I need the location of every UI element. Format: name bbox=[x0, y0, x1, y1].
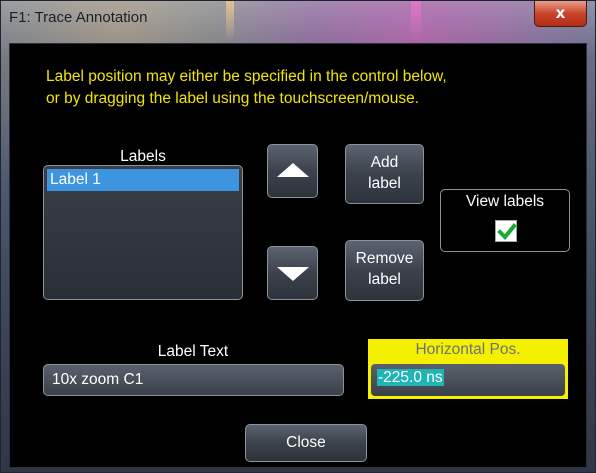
dialog-window: F1: Trace Annotation x Label position ma… bbox=[0, 0, 596, 473]
label-text-input[interactable]: 10x zoom C1 bbox=[43, 364, 344, 396]
horizontal-pos-field[interactable]: -225.0 ns bbox=[368, 361, 568, 399]
info-line-1: Label position may either be specified i… bbox=[46, 68, 447, 85]
add-label-line-2: label bbox=[368, 175, 401, 192]
arrow-up-icon bbox=[276, 163, 309, 177]
list-item[interactable]: Label 1 bbox=[47, 169, 239, 191]
label-text-heading: Label Text bbox=[157, 343, 229, 360]
frame-glow-right bbox=[411, 1, 421, 41]
window-close-button[interactable]: x bbox=[534, 1, 587, 27]
info-text: Label position may either be specified i… bbox=[46, 66, 566, 110]
frame-glow-left bbox=[226, 1, 234, 41]
labels-heading: Labels bbox=[120, 148, 166, 165]
add-label-button[interactable]: Add label bbox=[345, 144, 424, 204]
remove-label-line-1: Remove bbox=[355, 250, 414, 267]
move-up-button[interactable] bbox=[267, 144, 318, 198]
close-button[interactable]: Close bbox=[245, 424, 367, 462]
move-down-button[interactable] bbox=[267, 246, 318, 300]
add-label-line-1: Add bbox=[370, 154, 399, 171]
horizontal-pos-input[interactable]: -225.0 ns bbox=[371, 364, 565, 396]
horizontal-pos-heading: Horizontal Pos. bbox=[368, 339, 568, 361]
checkmark-icon bbox=[497, 223, 517, 240]
view-labels-group: View labels bbox=[440, 189, 570, 252]
info-line-2: or by dragging the label using the touch… bbox=[46, 90, 420, 107]
labels-listbox[interactable]: Label 1 bbox=[43, 165, 243, 300]
window-title: F1: Trace Annotation bbox=[9, 9, 148, 26]
view-labels-checkbox[interactable] bbox=[495, 220, 517, 242]
remove-label-button[interactable]: Remove label bbox=[345, 240, 424, 301]
horizontal-pos-value: -225.0 ns bbox=[377, 369, 444, 386]
arrow-down-icon bbox=[276, 267, 309, 281]
remove-label-line-2: label bbox=[368, 271, 401, 288]
view-labels-label: View labels bbox=[465, 193, 545, 210]
